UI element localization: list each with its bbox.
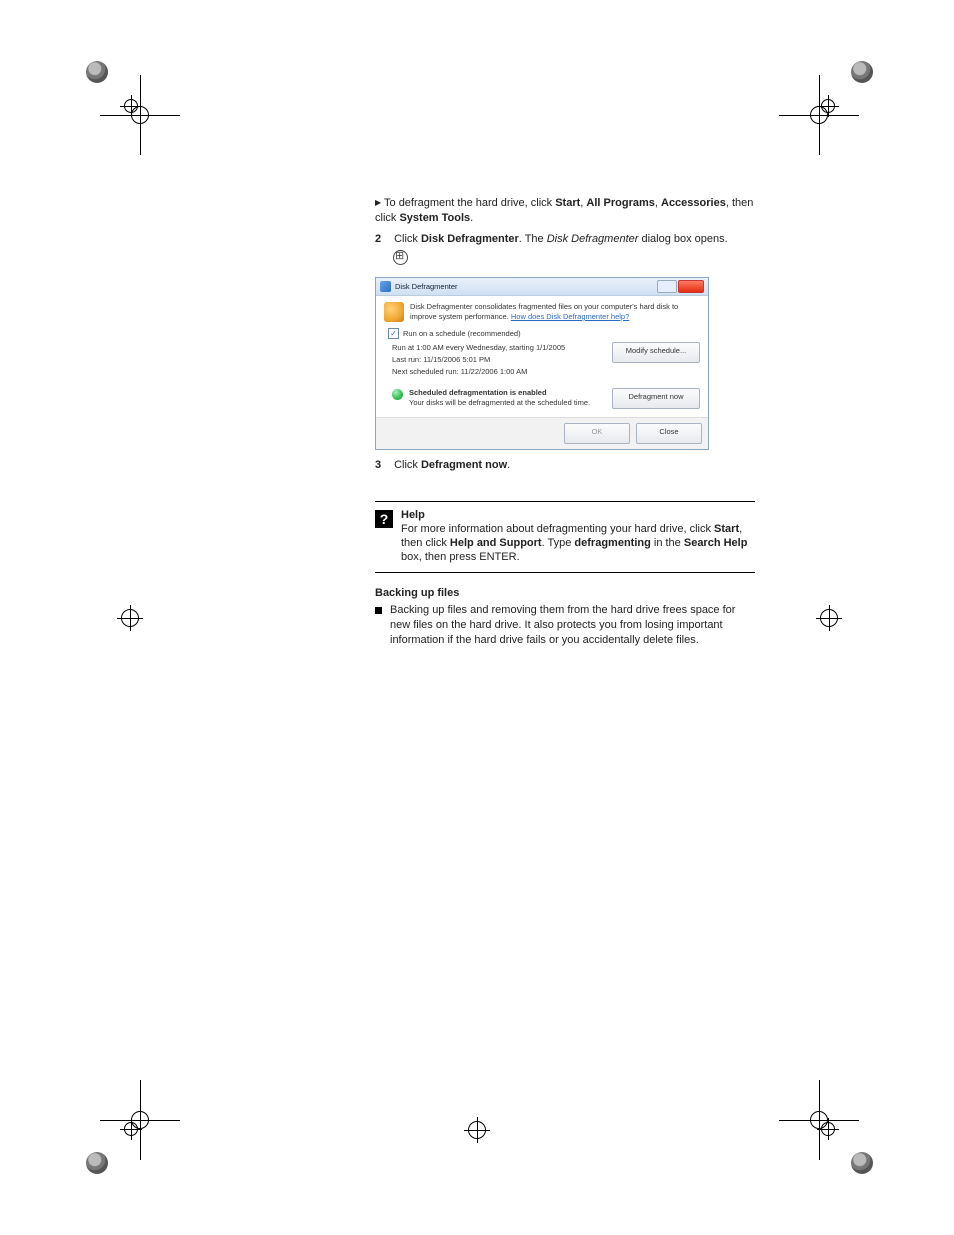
- crop-mark-mid-left: [100, 588, 160, 648]
- help-link[interactable]: How does Disk Defragmenter help?: [511, 312, 629, 321]
- defrag-large-icon: [384, 302, 404, 322]
- step-3: 3 Click Defragment now.: [375, 458, 755, 473]
- defragment-now-button[interactable]: Defragment now: [612, 388, 700, 409]
- step-1-text: To defragment the hard drive, click Star…: [375, 197, 753, 224]
- dialog-description: Disk Defragmenter consolidates fragmente…: [410, 302, 700, 322]
- help-callout: ? Help For more information about defrag…: [375, 501, 755, 573]
- disk-defragmenter-dialog: Disk Defragmenter Disk Defragmenter cons…: [375, 277, 755, 450]
- step-number-2: 2: [375, 232, 391, 247]
- schedule-checkbox-label: Run on a schedule (recommended): [403, 329, 521, 338]
- step-3-text: Click Defragment now.: [394, 459, 510, 471]
- dialog-titlebar: Disk Defragmenter: [376, 278, 708, 296]
- minimize-button[interactable]: [657, 280, 677, 293]
- schedule-checkbox[interactable]: [388, 328, 399, 339]
- close-footer-button[interactable]: Close: [636, 423, 702, 444]
- dialog-title: Disk Defragmenter: [395, 282, 657, 291]
- help-text: Help For more information about defragme…: [401, 508, 755, 564]
- crop-mark-top-left: [100, 75, 180, 155]
- step-1: ▶ To defragment the hard drive, click St…: [375, 195, 755, 226]
- crop-mark-mid-right: [799, 588, 859, 648]
- crop-mark-bottom-left: [100, 1080, 180, 1160]
- status-text: Scheduled defragmentation is enabled You…: [409, 388, 606, 408]
- backup-section: Backing up files Backing up files and re…: [375, 587, 755, 648]
- ok-button[interactable]: OK: [564, 423, 630, 444]
- windows-logo-icon: [393, 250, 408, 265]
- schedule-line-3: Next scheduled run: 11/22/2006 1:00 AM: [392, 366, 612, 378]
- crop-mark-top-right: [779, 75, 859, 155]
- status-ok-icon: [392, 389, 403, 400]
- schedule-line-1: Run at 1:00 AM every Wednesday, starting…: [392, 342, 612, 354]
- crop-mark-bottom-right: [779, 1080, 859, 1160]
- schedule-line-2: Last run: 11/15/2006 5:01 PM: [392, 354, 612, 366]
- start-icon-note: [391, 250, 755, 267]
- close-button[interactable]: [678, 280, 704, 293]
- modify-schedule-button[interactable]: Modify schedule...: [612, 342, 700, 363]
- backup-bullet-text: Backing up files and removing them from …: [390, 603, 755, 648]
- defrag-icon: [380, 281, 391, 292]
- page-content: ▶ To defragment the hard drive, click St…: [375, 195, 755, 648]
- caret-icon: ▶: [375, 198, 381, 207]
- crop-mark-mid-bottom: [447, 1100, 507, 1160]
- bullet-icon: [375, 607, 382, 614]
- step-2: 2 Click Disk Defragmenter. The Disk Defr…: [375, 232, 755, 247]
- help-icon: ?: [375, 510, 393, 528]
- step-number-3: 3: [375, 458, 391, 473]
- step-2-text: Click Disk Defragmenter. The Disk Defrag…: [394, 233, 728, 245]
- schedule-lines: Run at 1:00 AM every Wednesday, starting…: [384, 342, 612, 378]
- backup-heading: Backing up files: [375, 587, 755, 599]
